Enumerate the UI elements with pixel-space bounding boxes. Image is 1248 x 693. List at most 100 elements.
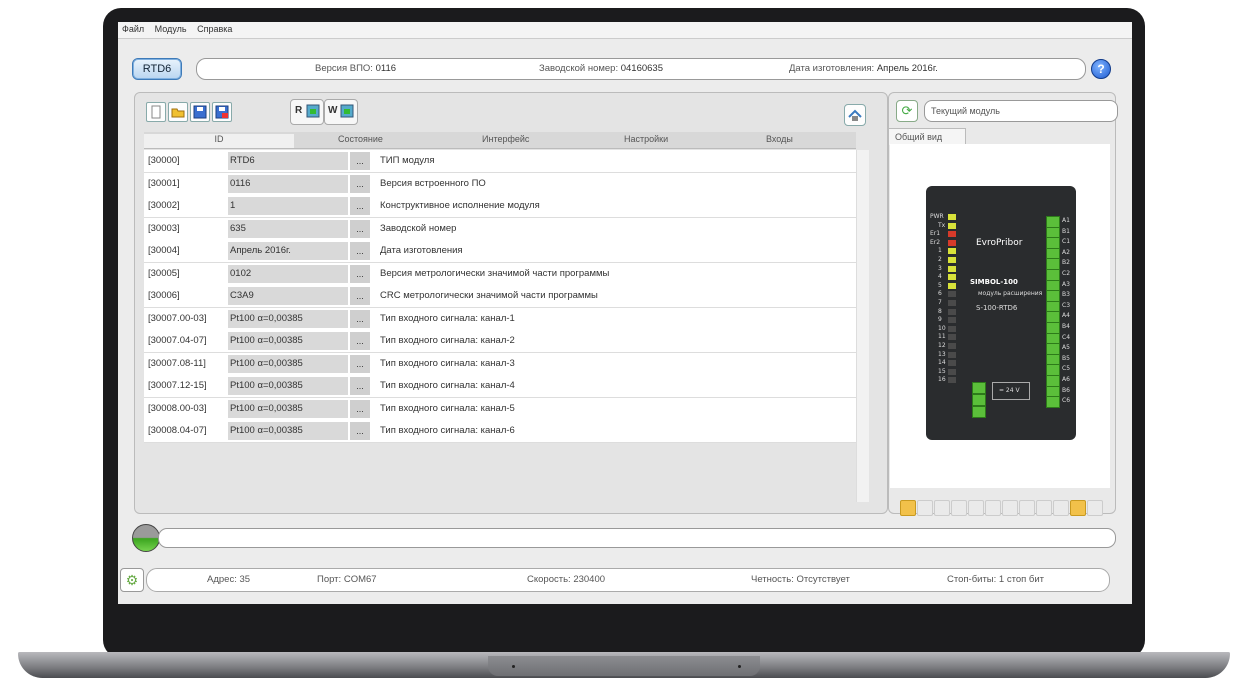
new-file-icon[interactable] [146, 102, 166, 122]
device-brand: EvroPribor [976, 238, 1023, 248]
tab-interface[interactable]: Интерфейс [482, 134, 529, 144]
table-scrollbar[interactable] [856, 150, 869, 502]
register-address: [30006] [148, 290, 180, 301]
write-label: W [328, 105, 338, 116]
table-row[interactable]: [30006] C3A9... CRC метрологически значимо… [144, 285, 856, 308]
register-value[interactable]: 1 [228, 197, 348, 215]
edit-value-button[interactable]: ... [350, 197, 370, 215]
status-led [948, 248, 956, 255]
stop-value: 1 стоп бит [998, 574, 1044, 585]
speed-label: Скорость: [527, 574, 571, 585]
laptop-foot-dot [512, 665, 515, 668]
status-led [948, 360, 956, 367]
edit-value-button[interactable]: ... [350, 354, 370, 373]
table-row[interactable]: [30007.00-03] Pt100 α=0,00385... Тип входн… [144, 307, 856, 331]
edit-value-button[interactable]: ... [350, 332, 370, 350]
edit-value-button[interactable]: ... [350, 242, 370, 260]
connect-icon[interactable] [844, 104, 866, 126]
menu-help[interactable]: Справка [193, 22, 236, 36]
help-icon[interactable]: ? [1091, 59, 1111, 79]
register-value[interactable]: 0116 [228, 174, 348, 193]
register-value[interactable]: C3A9 [228, 287, 348, 305]
status-led [948, 291, 956, 298]
table-row[interactable]: [30008.00-03] Pt100 α=0,00385... Тип входн… [144, 397, 856, 421]
read-button[interactable]: R [290, 99, 324, 125]
status-led [948, 351, 956, 358]
menu-module[interactable]: Модуль [151, 22, 191, 36]
led-label: PWR [930, 213, 944, 220]
edit-value-button[interactable]: ... [350, 422, 370, 440]
gear-icon[interactable]: ⚙ [120, 568, 144, 592]
table-row[interactable]: [30004] Апрель 2016г.... Дата изготовления [144, 240, 856, 263]
table-row[interactable]: [30002] 1... Конструктивное исполнение мод… [144, 195, 856, 218]
save-as-icon[interactable] [212, 102, 232, 122]
power-terminal [972, 382, 986, 394]
open-folder-icon[interactable] [168, 102, 188, 122]
tab-overview[interactable]: Общий вид [888, 128, 966, 145]
register-address: [30007.04-07] [148, 335, 207, 346]
module-name-badge[interactable]: RTD6 [132, 58, 182, 80]
register-value[interactable]: Pt100 α=0,00385 [228, 399, 348, 418]
register-value[interactable]: Pt100 α=0,00385 [228, 332, 348, 350]
status-led [948, 239, 956, 246]
table-row[interactable]: [30007.12-15] Pt100 α=0,00385... Тип входн… [144, 375, 856, 398]
terminal-label: A4 [1062, 312, 1070, 320]
tab-settings[interactable]: Настройки [624, 134, 668, 144]
register-value[interactable]: 635 [228, 219, 348, 238]
channel-indicator [1053, 500, 1069, 516]
edit-value-button[interactable]: ... [350, 174, 370, 193]
register-value[interactable]: Pt100 α=0,00385 [228, 309, 348, 328]
register-address: [30008.04-07] [148, 425, 207, 436]
serial-label: Заводской номер: [539, 63, 619, 74]
edit-value-button[interactable]: ... [350, 399, 370, 418]
read-label: R [295, 105, 303, 116]
terminal-label: A3 [1062, 280, 1070, 288]
stop-label: Стоп-биты: [947, 574, 997, 585]
edit-value-button[interactable]: ... [350, 152, 370, 170]
channel-indicator [1070, 500, 1086, 516]
table-row[interactable]: [30003] 635... Заводской номер [144, 217, 856, 241]
register-description: Тип входного сигнала: канал-4 [380, 380, 515, 391]
table-row[interactable]: [30007.08-11] Pt100 α=0,00385... Тип входн… [144, 352, 856, 376]
edit-value-button[interactable]: ... [350, 377, 370, 395]
status-led [948, 325, 956, 332]
register-value[interactable]: 0102 [228, 264, 348, 283]
channel-indicator [985, 500, 1001, 516]
table-row[interactable]: [30001] 0116... Версия встроенного ПО [144, 172, 856, 196]
fw-value: 0116 [375, 63, 397, 74]
terminal-label: C4 [1062, 333, 1071, 341]
register-value[interactable]: RTD6 [228, 152, 348, 170]
tab-id[interactable]: ID [144, 134, 294, 148]
led-label: Er1 [930, 230, 941, 238]
register-value[interactable]: Pt100 α=0,00385 [228, 377, 348, 395]
write-button[interactable]: W [324, 99, 358, 125]
register-address: [30007.12-15] [148, 380, 207, 391]
register-address: [30007.08-11] [148, 357, 206, 369]
register-value[interactable]: Pt100 α=0,00385 [228, 354, 348, 373]
edit-value-button[interactable]: ... [350, 309, 370, 328]
register-value[interactable]: Апрель 2016г. [228, 242, 348, 260]
edit-value-button[interactable]: ... [350, 264, 370, 283]
firmware-version: Версия ВПО: 0116 [315, 63, 396, 74]
menu-file[interactable]: Файл [118, 22, 148, 36]
tab-inputs[interactable]: Входы [766, 134, 793, 144]
refresh-icon[interactable]: ⟳ [896, 100, 918, 122]
led-label: 8 [938, 307, 942, 315]
table-row[interactable]: [30007.04-07] Pt100 α=0,00385... Тип входн… [144, 330, 856, 353]
tab-state[interactable]: Состояние [338, 134, 383, 144]
edit-value-button[interactable]: ... [350, 287, 370, 305]
terminal-label: B4 [1062, 323, 1070, 330]
status-led [948, 214, 956, 220]
channel-indicator [900, 500, 916, 516]
table-row[interactable]: [30000] RTD6... ТИП модуля [144, 150, 856, 173]
led-label: 11 [938, 333, 946, 341]
edit-value-button[interactable]: ... [350, 219, 370, 238]
register-description: Тип входного сигнала: канал-2 [380, 335, 515, 346]
table-row[interactable]: [30008.04-07] Pt100 α=0,00385... Тип входн… [144, 420, 856, 443]
current-module-field[interactable]: Текущий модуль [924, 100, 1118, 122]
table-row[interactable]: [30005] 0102... Версия метрологически знач… [144, 262, 856, 286]
terminal-label: B5 [1062, 354, 1070, 362]
save-icon[interactable] [190, 102, 210, 122]
connection-status-icon[interactable] [132, 524, 160, 552]
register-value[interactable]: Pt100 α=0,00385 [228, 422, 348, 440]
